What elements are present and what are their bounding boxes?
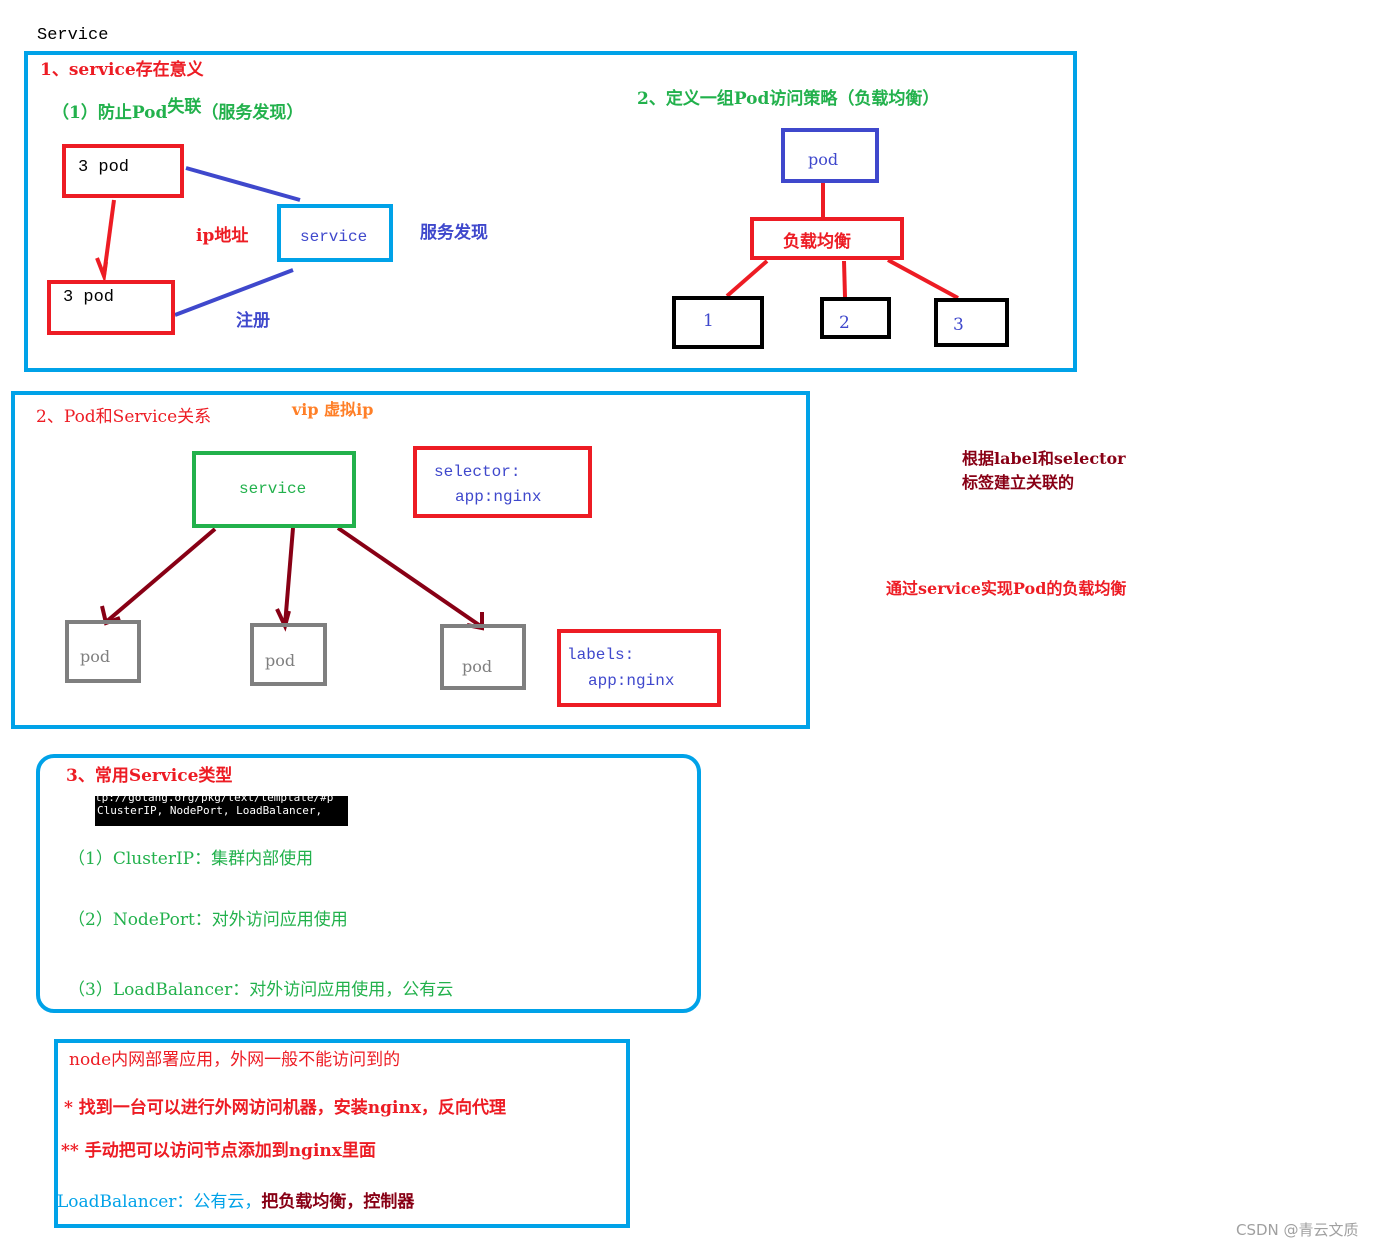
- pod-box-grey-1: pod: [65, 620, 141, 683]
- service-discovery-label: 服务发现: [420, 223, 488, 243]
- pod-box-top-label: 3 pod: [78, 158, 130, 177]
- terminal-snippet: tp://golang.org/pkg/text/template/#p Clu…: [95, 796, 348, 826]
- selector-box: selector: app:nginx: [413, 446, 592, 518]
- service-box-s1: service: [277, 204, 393, 262]
- section1-subtitle: （1）防止Pod失联（服务发现）: [52, 97, 304, 123]
- terminal-line-1: tp://golang.org/pkg/text/template/#p: [95, 796, 334, 804]
- section4-line4-suffix: 把负载均衡，控制器: [261, 1192, 415, 1212]
- selector-key: selector:: [434, 463, 521, 481]
- register-label: 注册: [236, 311, 270, 331]
- node-box-3: 3: [934, 298, 1009, 347]
- lb-pod-box: pod: [781, 128, 879, 183]
- pod-box-grey-2-label: pod: [265, 651, 296, 670]
- pod-box-top: 3 pod: [62, 144, 184, 198]
- lb-pod-label: pod: [808, 150, 839, 169]
- pod-box-bottom-label: 3 pod: [63, 288, 115, 307]
- node-box-3-label: 3: [953, 315, 964, 335]
- section4-line2: * 找到一台可以进行外网访问机器，安装nginx，反向代理: [64, 1098, 507, 1118]
- service-type-clusterip: （1）ClusterIP：集群内部使用: [68, 849, 314, 869]
- section1-title: 1、service存在意义: [40, 60, 204, 80]
- section3-title: 3、常用Service类型: [66, 766, 233, 786]
- service-box-s2: service: [192, 451, 356, 528]
- pod-box-grey-3-label: pod: [462, 657, 493, 676]
- association-note-line1: 根据label和selector: [962, 449, 1126, 468]
- load-balancer-label: 负载均衡: [783, 232, 851, 252]
- section4-line1: node内网部署应用，外网一般不能访问到的: [69, 1050, 401, 1070]
- subtitle-prefix: （1）防止Pod: [52, 103, 168, 123]
- load-balance-note: 通过service实现Pod的负载均衡: [886, 579, 1127, 598]
- association-note-line2: 标签建立关联的: [962, 473, 1075, 492]
- ip-address-label: ip地址: [196, 226, 249, 246]
- service-box-s2-label: service: [239, 480, 307, 498]
- node-box-1-label: 1: [703, 311, 714, 331]
- node-box-1: 1: [672, 296, 764, 349]
- vip-label: vip 虚拟ip: [292, 400, 374, 419]
- labels-box: labels: app:nginx: [557, 629, 721, 707]
- section4-line4: LoadBalancer：公有云，把负载均衡，控制器: [57, 1192, 414, 1212]
- load-balancer-box: 负载均衡: [750, 217, 904, 260]
- node-box-2: 2: [820, 297, 891, 339]
- subtitle-overlay: 失联: [167, 97, 202, 117]
- service-box-s1-label: service: [300, 228, 368, 246]
- section4-line3: ** 手动把可以访问节点添加到nginx里面: [61, 1141, 376, 1161]
- page-title: Service: [37, 26, 109, 45]
- watermark: CSDN @青云文质: [1236, 1221, 1359, 1239]
- subtitle-suffix: （服务发现）: [201, 103, 304, 123]
- section1b-title: 2、定义一组Pod访问策略（负载均衡）: [637, 89, 940, 109]
- selector-value: app:nginx: [455, 488, 542, 506]
- section4-line4-prefix: LoadBalancer：公有云，: [57, 1192, 262, 1212]
- pod-box-grey-2: pod: [250, 623, 327, 686]
- section3-frame: [36, 754, 701, 1013]
- labels-value: app:nginx: [588, 672, 675, 690]
- service-type-loadbalancer: （3）LoadBalancer：对外访问应用使用，公有云: [68, 980, 454, 1000]
- pod-box-grey-3: pod: [440, 624, 526, 690]
- pod-box-bottom: 3 pod: [47, 280, 175, 335]
- labels-key: labels:: [567, 646, 635, 664]
- terminal-line-2: ClusterIP, NodePort, LoadBalancer,: [97, 804, 323, 817]
- node-box-2-label: 2: [839, 313, 850, 333]
- service-type-nodeport: （2）NodePort：对外访问应用使用: [68, 910, 348, 930]
- section2-title: 2、Pod和Service关系: [36, 407, 212, 427]
- pod-box-grey-1-label: pod: [80, 647, 111, 666]
